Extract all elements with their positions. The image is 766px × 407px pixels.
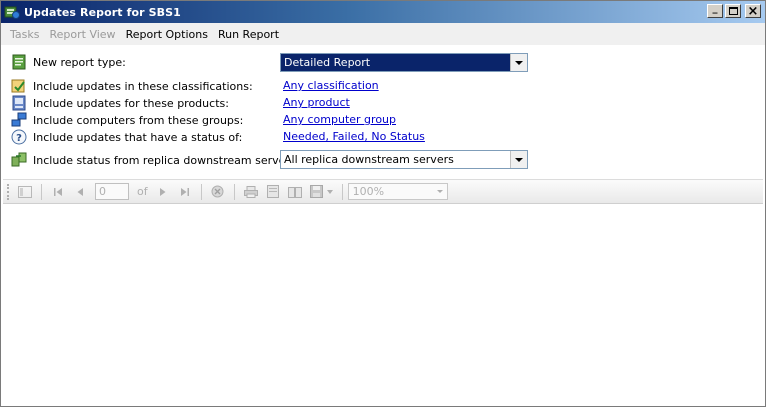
chevron-down-icon[interactable] (510, 54, 527, 71)
last-page-icon[interactable] (177, 184, 193, 200)
groups-row: Include computers from these groups: (11, 111, 243, 129)
groups-label: Include computers from these groups: (33, 113, 244, 127)
help-icon: ? (11, 129, 27, 145)
zoom-value: 100% (352, 185, 385, 198)
maximize-button[interactable] (725, 4, 741, 18)
report-viewer-toolbar: 0 of 100% (3, 179, 763, 204)
toolbar-separator (233, 183, 235, 200)
status-row: ? Include updates that have a status of: (11, 128, 242, 146)
minimize-button[interactable]: _ (707, 4, 723, 18)
computer-group-icon (11, 112, 27, 128)
replica-value: All replica downstream servers (284, 153, 454, 166)
page-of-label: of (137, 185, 148, 198)
export-save-icon[interactable] (309, 184, 325, 200)
classifications-link[interactable]: Any classification (283, 79, 379, 92)
maximize-icon (728, 7, 738, 15)
close-button[interactable]: × (745, 4, 761, 18)
page-setup-icon[interactable] (287, 184, 303, 200)
menu-report-view[interactable]: Report View (44, 28, 120, 41)
svg-text:?: ? (16, 133, 22, 144)
toolbar-separator (341, 183, 343, 200)
zoom-dropdown[interactable]: 100% (347, 183, 448, 200)
status-link[interactable]: Needed, Failed, No Status (283, 130, 425, 143)
product-icon (11, 95, 27, 111)
replica-servers-icon (11, 152, 27, 168)
window-title: Updates Report for SBS1 (24, 5, 181, 19)
replica-row: Include status from replica downstream s… (11, 151, 299, 169)
toolbar-separator (41, 183, 42, 200)
next-page-icon[interactable] (155, 184, 171, 200)
print-layout-icon[interactable] (265, 184, 281, 200)
report-options-panel: New report type: Detailed Report Include… (1, 45, 765, 179)
previous-page-icon[interactable] (72, 184, 88, 200)
chevron-down-icon (436, 190, 443, 193)
report-type-value: Detailed Report (281, 54, 510, 71)
first-page-icon[interactable] (50, 184, 66, 200)
page-number-input[interactable]: 0 (95, 183, 129, 200)
status-label: Include updates that have a status of: (33, 130, 243, 144)
chevron-down-icon[interactable] (326, 184, 334, 200)
replica-label: Include status from replica downstream s… (33, 153, 300, 167)
report-type-label: New report type: (33, 55, 126, 69)
replica-dropdown[interactable]: All replica downstream servers (280, 150, 528, 169)
stop-icon[interactable] (210, 184, 226, 200)
classifications-label: Include updates in these classifications… (33, 79, 253, 93)
menu-bar: Tasks Report View Report Options Run Rep… (1, 23, 765, 45)
report-window: Updates Report for SBS1 _ × Tasks Report… (0, 0, 766, 407)
products-label: Include updates for these products: (33, 96, 229, 110)
menu-run-report[interactable]: Run Report (213, 28, 284, 41)
toolbar-separator (200, 183, 202, 200)
document-map-icon[interactable] (17, 184, 33, 200)
classification-icon (11, 78, 27, 94)
chevron-down-icon[interactable] (510, 151, 527, 168)
menu-report-options[interactable]: Report Options (121, 28, 213, 41)
close-icon: × (747, 3, 759, 19)
report-icon (11, 54, 27, 70)
products-link[interactable]: Any product (283, 96, 350, 109)
toolbar-grip[interactable] (7, 183, 10, 200)
report-type-row: New report type: (11, 53, 126, 71)
title-bar[interactable]: Updates Report for SBS1 _ × (1, 1, 765, 23)
report-content-area[interactable] (3, 204, 763, 404)
menu-tasks[interactable]: Tasks (5, 28, 44, 41)
groups-link[interactable]: Any computer group (283, 113, 396, 126)
classifications-row: Include updates in these classifications… (11, 77, 253, 95)
print-icon[interactable] (243, 184, 259, 200)
report-type-dropdown[interactable]: Detailed Report (280, 53, 528, 72)
minimize-icon: _ (712, 3, 718, 14)
products-row: Include updates for these products: (11, 94, 229, 112)
app-icon (4, 4, 20, 20)
